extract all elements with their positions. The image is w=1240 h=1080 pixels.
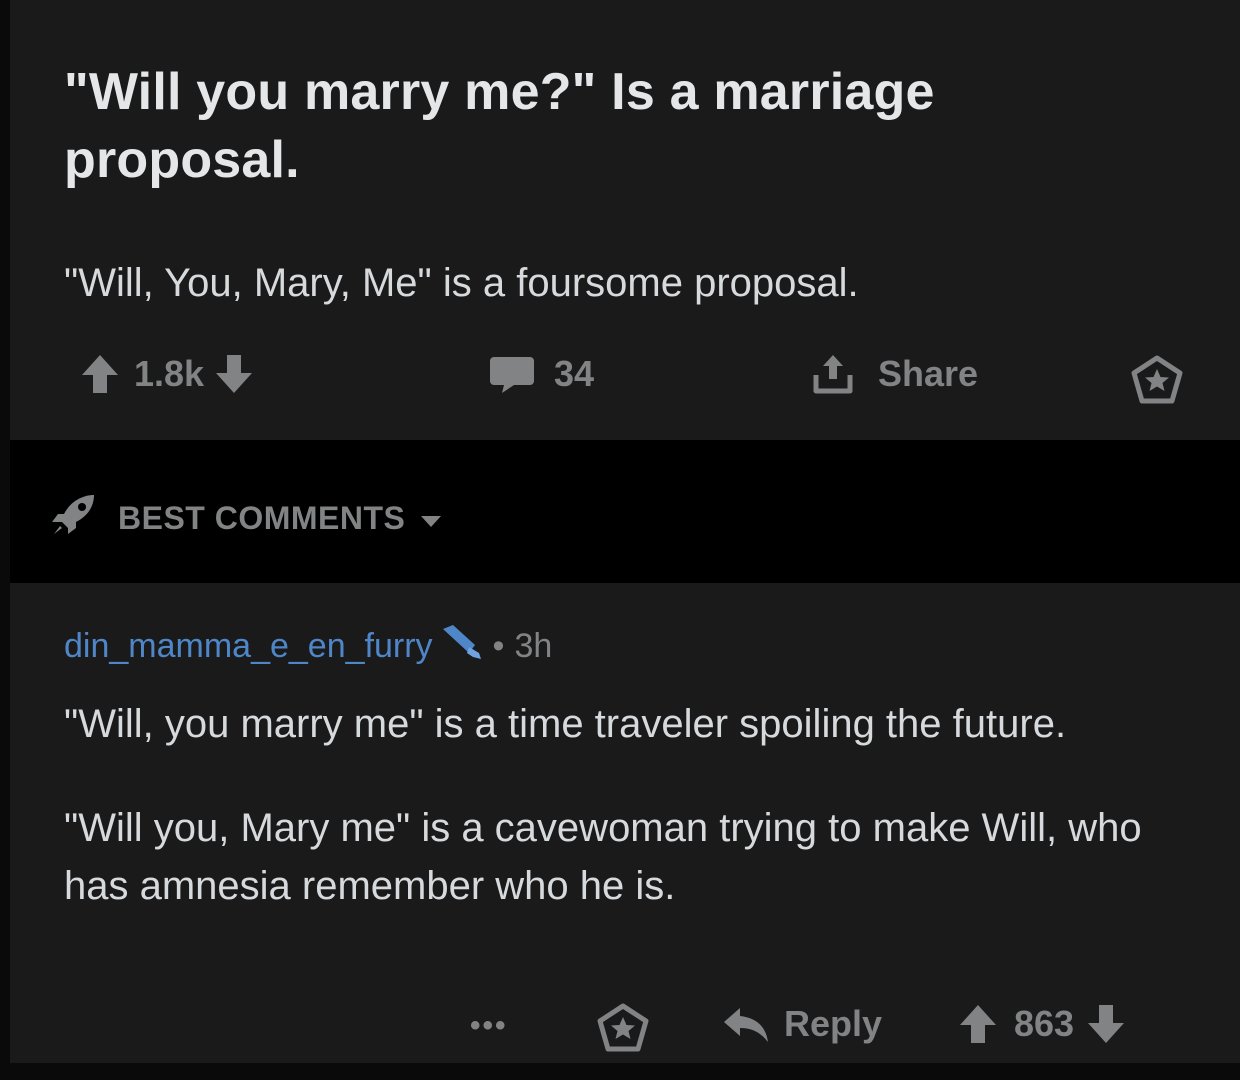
post-vote-group: 1.8k <box>80 353 254 395</box>
arrow-down-icon[interactable] <box>214 353 254 395</box>
comment-card: din_mamma_e_en_furry • 3h "Will, you mar… <box>10 583 1240 1063</box>
comment-sort-bar: BEST COMMENTS <box>10 440 1240 583</box>
reply-label: Reply <box>784 1003 883 1044</box>
arrow-down-icon[interactable] <box>1086 1003 1126 1045</box>
post-comments-button[interactable]: 34 <box>488 353 594 395</box>
comment-username[interactable]: din_mamma_e_en_furry <box>64 627 433 666</box>
caret-down-icon <box>419 500 443 537</box>
reply-button[interactable]: Reply <box>722 1003 882 1045</box>
post-body: "Will, You, Mary, Me" is a foursome prop… <box>64 261 859 305</box>
comment-paragraph: "Will you, Mary me" is a cavewoman tryin… <box>64 806 1142 908</box>
sort-label: BEST COMMENTS <box>118 499 406 536</box>
sort-dropdown[interactable]: BEST COMMENTS <box>50 492 443 544</box>
star-badge-icon <box>1130 355 1184 405</box>
comment-save-button[interactable] <box>596 1003 650 1053</box>
arrow-up-icon[interactable] <box>80 353 120 395</box>
share-upload-icon <box>810 351 856 397</box>
comment-age: 3h <box>514 627 553 665</box>
comment-paragraph: "Will, you marry me" is a time traveler … <box>64 702 1067 746</box>
post-card: "Will you marry me?" Is a marriage propo… <box>10 0 1240 440</box>
brush-icon <box>439 623 483 670</box>
comment-vote-group: 863 <box>958 1003 1126 1045</box>
comment-body: "Will, you marry me" is a time traveler … <box>64 695 1194 961</box>
meta-separator: • <box>492 627 505 665</box>
post-title[interactable]: "Will you marry me?" Is a marriage propo… <box>64 58 1184 194</box>
share-label: Share <box>878 353 979 394</box>
post-comment-count: 34 <box>554 353 595 394</box>
reply-arrow-icon <box>722 1004 770 1044</box>
comment-score: 863 <box>1014 1003 1075 1044</box>
arrow-up-icon[interactable] <box>958 1003 998 1045</box>
speech-bubble-icon <box>488 353 536 395</box>
comment-action-bar: ••• Reply 863 <box>10 995 1240 1055</box>
post-save-button[interactable] <box>1130 355 1184 405</box>
more-options-button[interactable]: ••• <box>470 1009 508 1043</box>
star-badge-icon <box>596 1003 650 1053</box>
post-score: 1.8k <box>134 353 205 394</box>
post-action-bar: 1.8k 34 Share <box>10 345 1240 405</box>
rocket-icon <box>50 492 98 544</box>
comment-meta: din_mamma_e_en_furry • 3h <box>64 623 552 670</box>
post-share-button[interactable]: Share <box>810 351 978 397</box>
